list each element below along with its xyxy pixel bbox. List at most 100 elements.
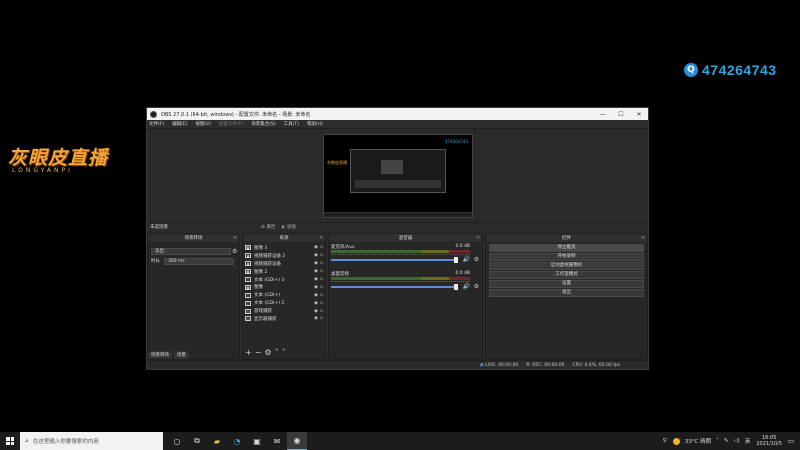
source-item[interactable]: T 文本 (GDI+) ◉ ▫ bbox=[245, 291, 323, 299]
move-up-icon[interactable]: ˄ bbox=[275, 349, 279, 357]
volume-slider[interactable] bbox=[331, 286, 458, 288]
filters-button[interactable]: ◐ 滤镜 bbox=[281, 224, 295, 230]
eye-icon[interactable]: ◉ bbox=[314, 245, 318, 250]
volume-icon[interactable]: ◁) bbox=[733, 438, 739, 444]
source-item[interactable]: T 文本 (GDI+) 3 ◉ ▫ bbox=[245, 276, 323, 284]
lock-icon[interactable]: ▫ bbox=[320, 269, 323, 274]
pen-icon[interactable]: ✎ bbox=[724, 438, 729, 444]
lock-icon[interactable]: ▫ bbox=[320, 285, 323, 290]
start-button[interactable] bbox=[0, 432, 20, 450]
edge-icon[interactable]: ◔ bbox=[227, 432, 247, 450]
store-icon[interactable]: ▣ bbox=[247, 432, 267, 450]
volume-slider-handle[interactable] bbox=[454, 257, 458, 263]
image-icon: ▣ bbox=[245, 245, 251, 251]
controls-dock: 控件 ⇱ 停止推流 开始录制 启动虚拟摄像机 工作室模式 设置 退出 bbox=[485, 233, 648, 360]
image-icon: ▣ bbox=[245, 284, 251, 290]
preview-bar bbox=[355, 180, 441, 188]
preview-canvas[interactable]: 474264743 灰眼皮直播 bbox=[323, 134, 473, 218]
source-item[interactable]: ▣ 图像 2 ◉ ▫ bbox=[245, 268, 323, 276]
dock-float-icon[interactable]: ⇱ bbox=[477, 235, 480, 240]
eye-icon[interactable]: ◉ bbox=[314, 261, 318, 266]
eye-icon[interactable]: ◉ bbox=[314, 316, 318, 321]
menu-edit[interactable]: 编辑(E) bbox=[172, 121, 187, 127]
cortana-icon[interactable]: ○ bbox=[167, 432, 187, 450]
add-icon[interactable]: + bbox=[245, 349, 252, 357]
tray-chevron-icon[interactable]: ˄ bbox=[716, 438, 719, 444]
eye-icon[interactable]: ◉ bbox=[314, 301, 318, 306]
menu-view[interactable]: 视图(V) bbox=[195, 121, 211, 127]
stop-streaming-button[interactable]: 停止推流 bbox=[489, 244, 644, 252]
menu-profile[interactable]: 配置文件(P) bbox=[219, 121, 243, 127]
properties-button[interactable]: ⚙ 属性 bbox=[261, 224, 275, 230]
weather-text[interactable]: 33°C 晴朗 bbox=[685, 437, 711, 445]
lock-icon[interactable]: ▫ bbox=[320, 309, 323, 314]
maximize-button[interactable]: ☐ bbox=[612, 108, 630, 120]
minimize-button[interactable]: — bbox=[594, 108, 612, 120]
gear-icon[interactable]: ⚙ bbox=[264, 349, 271, 357]
source-item[interactable]: ▪ 视频捕获设备 ◉ ▫ bbox=[245, 260, 323, 268]
source-item[interactable]: ▣ 图像 ◉ ▫ bbox=[245, 283, 323, 291]
eye-icon[interactable]: ◉ bbox=[314, 269, 318, 274]
start-recording-button[interactable]: 开始录制 bbox=[489, 253, 644, 261]
gear-icon[interactable]: ⚙ bbox=[474, 283, 479, 290]
exit-button[interactable]: 退出 bbox=[489, 289, 644, 297]
speaker-icon[interactable]: 🔊 bbox=[463, 256, 470, 263]
clock-date: 2021/10/5 bbox=[756, 441, 782, 447]
tab-transitions[interactable]: 场景转场 bbox=[148, 351, 172, 359]
title-bar: OBS 27.0.1 (64-bit, windows) - 配置文件: 未命名… bbox=[147, 108, 648, 120]
menu-file[interactable]: 文件(F) bbox=[149, 121, 164, 127]
duration-input[interactable]: 300 ms bbox=[164, 258, 234, 265]
controls-header: 控件 ⇱ bbox=[486, 234, 647, 242]
volume-slider-handle[interactable] bbox=[454, 284, 458, 290]
dock-float-icon[interactable]: ⇱ bbox=[320, 235, 323, 240]
start-virtual-camera-button[interactable]: 启动虚拟摄像机 bbox=[489, 262, 644, 270]
volume-meter bbox=[331, 250, 470, 253]
menu-tools[interactable]: 工具(T) bbox=[284, 121, 299, 127]
source-item[interactable]: ◎ 游戏捕获 ◉ ▫ bbox=[245, 307, 323, 315]
lock-icon[interactable]: ▫ bbox=[320, 253, 323, 258]
menu-help[interactable]: 帮助(H) bbox=[307, 121, 323, 127]
file-explorer-icon[interactable]: ▰ bbox=[207, 432, 227, 450]
dock-float-icon[interactable]: ⇱ bbox=[234, 235, 237, 240]
live-status: ▣ LIVE: 00:00:00 bbox=[480, 363, 519, 368]
dock-float-icon[interactable]: ⇱ bbox=[642, 235, 645, 240]
taskbar-search[interactable]: ⌕ 在这里输入你要搜索的内容 bbox=[20, 432, 163, 450]
tab-scenes[interactable]: 场景 bbox=[174, 351, 189, 359]
source-item[interactable]: ▪ 视频捕获设备 2 ◉ ▫ bbox=[245, 252, 323, 260]
logo-sub-text: LONGYANPI bbox=[12, 167, 73, 174]
eye-icon[interactable]: ◉ bbox=[314, 277, 318, 282]
source-item[interactable]: ▭ 显示器捕获 ◉ ▫ bbox=[245, 315, 323, 323]
properties-label: 属性 bbox=[266, 225, 276, 230]
eye-icon[interactable]: ◉ bbox=[314, 309, 318, 314]
eye-icon[interactable]: ◉ bbox=[314, 293, 318, 298]
lock-icon[interactable]: ▫ bbox=[320, 277, 323, 282]
lock-icon[interactable]: ▫ bbox=[320, 293, 323, 298]
speaker-icon[interactable]: 🔊 bbox=[463, 283, 470, 290]
lock-icon[interactable]: ▫ bbox=[320, 316, 323, 321]
network-share-icon[interactable]: ⚲ bbox=[663, 438, 667, 444]
remove-icon[interactable]: − bbox=[255, 349, 262, 357]
clock[interactable]: 16:05 2021/10/5 bbox=[756, 435, 782, 447]
mail-icon[interactable]: ✉ bbox=[267, 432, 287, 450]
eye-icon[interactable]: ◉ bbox=[314, 285, 318, 290]
transition-gear-icon[interactable]: ⚙ bbox=[232, 248, 237, 255]
menu-scene-collection[interactable]: 场景集合(S) bbox=[251, 121, 275, 127]
eye-icon[interactable]: ◉ bbox=[314, 253, 318, 258]
volume-slider[interactable] bbox=[331, 259, 458, 261]
notification-icon[interactable]: ▭ bbox=[786, 432, 796, 450]
lock-icon[interactable]: ▫ bbox=[320, 261, 323, 266]
lock-icon[interactable]: ▫ bbox=[320, 301, 323, 306]
lock-icon[interactable]: ▫ bbox=[320, 245, 323, 250]
transition-select[interactable]: 淡出 bbox=[151, 248, 231, 255]
settings-button[interactable]: 设置 bbox=[489, 280, 644, 288]
studio-mode-button[interactable]: 工作室模式 bbox=[489, 271, 644, 279]
source-item[interactable]: T 文本 (GDI+) 2 ◉ ▫ bbox=[245, 299, 323, 307]
move-down-icon[interactable]: ˅ bbox=[282, 349, 286, 357]
gear-icon[interactable]: ⚙ bbox=[474, 256, 479, 263]
obs-taskbar-icon[interactable]: ◉ bbox=[287, 432, 307, 450]
weather-icon bbox=[672, 437, 680, 445]
task-view-icon[interactable]: ⧉ bbox=[187, 432, 207, 450]
close-button[interactable]: ✕ bbox=[630, 108, 648, 120]
source-item[interactable]: ▣ 图像 3 ◉ ▫ bbox=[245, 244, 323, 252]
ime-indicator[interactable]: 英 bbox=[745, 437, 751, 445]
